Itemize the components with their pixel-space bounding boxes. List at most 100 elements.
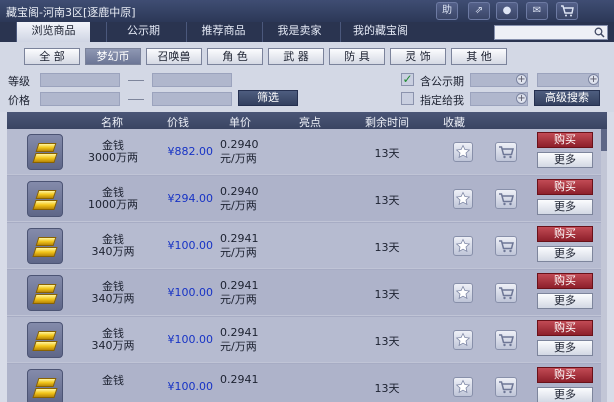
item-price: ¥294.00 [167, 192, 214, 205]
assign-to-me-checkbox[interactable] [401, 92, 414, 105]
category-weapons[interactable]: 武 器 [268, 48, 324, 65]
more-button[interactable]: 更多 [537, 199, 593, 215]
item-name: 金钱 1000万两 [88, 186, 138, 211]
level-max-input[interactable] [152, 73, 232, 87]
include-public-checkbox[interactable]: ✓ [401, 73, 414, 86]
share-icon[interactable]: ⇗ [468, 2, 490, 20]
favorite-star-icon[interactable] [453, 189, 473, 209]
table-row: 金钱 ¥100.00 0.2941 13天 购买 更多 [7, 364, 601, 402]
item-remaining-time: 13天 [374, 241, 400, 254]
title-bar: 藏宝阁-河南3区[逐鹿中原] 助 ⇗ ● ✉ [0, 0, 614, 22]
window-title: 藏宝阁-河南3区[逐鹿中原] [6, 6, 136, 19]
category-game-coins[interactable]: 梦幻币 [85, 48, 141, 65]
level-label: 等级 [8, 75, 30, 88]
table-row: 金钱 1000万两 ¥294.00 0.2940 元/万两 13天 购买 更多 [7, 176, 601, 222]
search-icon[interactable] [594, 27, 605, 38]
item-price: ¥100.00 [167, 286, 214, 299]
chat-icon[interactable]: ✉ [526, 2, 548, 20]
gold-ingot-icon [27, 322, 63, 358]
item-name: 金钱 3000万两 [88, 139, 138, 164]
table-row: 金钱 340万两 ¥100.00 0.2941 元/万两 13天 购买 更多 [7, 317, 601, 363]
add-to-cart-icon[interactable] [495, 283, 517, 303]
favorite-star-icon[interactable] [453, 330, 473, 350]
more-button[interactable]: 更多 [537, 340, 593, 356]
more-button[interactable]: 更多 [537, 152, 593, 168]
table-row: 金钱 340万两 ¥100.00 0.2941 元/万两 13天 购买 更多 [7, 270, 601, 316]
more-button[interactable]: 更多 [537, 387, 593, 402]
buy-button[interactable]: 购买 [537, 226, 593, 242]
filter-button[interactable]: 筛选 [238, 90, 298, 106]
gold-ingot-icon [27, 181, 63, 217]
tab-recommended[interactable]: 推荐商品 [186, 22, 260, 42]
favorite-star-icon[interactable] [453, 236, 473, 256]
item-unit-price: 0.2941 [220, 373, 259, 386]
gold-ingot-icon [27, 228, 63, 264]
more-button[interactable]: 更多 [537, 246, 593, 262]
advanced-search-button[interactable]: 高级搜索 [534, 90, 600, 106]
add-to-cart-icon[interactable] [495, 142, 517, 162]
category-other[interactable]: 其 他 [451, 48, 507, 65]
favorite-star-icon[interactable] [453, 377, 473, 397]
listing-table: 名称 价钱 单价 亮点 剩余时间 收藏 金钱 3000万两 ¥882.00 0.2… [7, 112, 607, 402]
category-all[interactable]: 全 部 [24, 48, 80, 65]
buy-button[interactable]: 购买 [537, 273, 593, 289]
buy-button[interactable]: 购买 [537, 367, 593, 383]
scrollbar[interactable] [601, 129, 607, 402]
filter-panel: 全 部 梦幻币 召唤兽 角 色 武 器 防 具 灵 饰 其 他 等级 价格 筛选… [0, 42, 614, 112]
table-row: 金钱 3000万两 ¥882.00 0.2940 元/万两 13天 购买 更多 [7, 129, 601, 175]
assign-to-me-label: 指定给我 [420, 94, 464, 107]
category-armor[interactable]: 防 具 [329, 48, 385, 65]
item-remaining-time: 13天 [374, 382, 400, 395]
tab-public-period[interactable]: 公示期 [106, 22, 180, 42]
gold-ingot-icon [27, 369, 63, 402]
buy-button[interactable]: 购买 [537, 320, 593, 336]
buy-button[interactable]: 购买 [537, 132, 593, 148]
buy-button[interactable]: 购买 [537, 179, 593, 195]
level-min-input[interactable] [40, 73, 120, 87]
category-characters[interactable]: 角 色 [207, 48, 263, 65]
header-unit-price: 单价 [229, 116, 251, 129]
item-name: 金钱 340万两 [91, 280, 135, 305]
item-price: ¥100.00 [167, 239, 214, 252]
cart-icon[interactable] [556, 2, 578, 20]
table-row: 金钱 340万两 ¥100.00 0.2941 元/万两 13天 购买 更多 [7, 223, 601, 269]
item-remaining-time: 13天 [374, 335, 400, 348]
header-remaining-time: 剩余时间 [365, 116, 409, 129]
range-dash [128, 80, 144, 81]
record-icon[interactable]: ● [496, 2, 518, 20]
category-accessories[interactable]: 灵 饰 [390, 48, 446, 65]
plus-icon[interactable]: + [516, 74, 527, 85]
item-name: 金钱 340万两 [91, 233, 135, 258]
favorite-star-icon[interactable] [453, 142, 473, 162]
item-unit-price: 0.2941 元/万两 [220, 326, 259, 353]
table-header: 名称 价钱 单价 亮点 剩余时间 收藏 [7, 112, 607, 129]
category-pets[interactable]: 召唤兽 [146, 48, 202, 65]
include-public-label: 含公示期 [420, 75, 464, 88]
header-highlight: 亮点 [299, 116, 321, 129]
tab-my-treasure[interactable]: 我的藏宝阁 [340, 22, 420, 42]
item-price: ¥100.00 [167, 333, 214, 346]
plus-icon[interactable]: + [516, 93, 527, 104]
price-min-input[interactable] [40, 92, 120, 106]
more-button[interactable]: 更多 [537, 293, 593, 309]
tab-browse-items[interactable]: 浏览商品 [16, 22, 90, 43]
add-to-cart-icon[interactable] [495, 236, 517, 256]
item-price: ¥100.00 [167, 380, 214, 393]
gold-ingot-icon [27, 275, 63, 311]
add-to-cart-icon[interactable] [495, 330, 517, 350]
scroll-thumb[interactable] [601, 129, 607, 151]
search-input[interactable] [494, 25, 608, 40]
add-to-cart-icon[interactable] [495, 189, 517, 209]
item-name: 金钱 340万两 [91, 327, 135, 352]
tab-seller[interactable]: 我是卖家 [262, 22, 336, 42]
header-favorite: 收藏 [443, 116, 465, 129]
item-remaining-time: 13天 [374, 288, 400, 301]
price-label: 价格 [8, 94, 30, 107]
add-to-cart-icon[interactable] [495, 377, 517, 397]
item-price: ¥882.00 [167, 145, 214, 158]
help-button[interactable]: 助 [436, 2, 458, 20]
price-max-input[interactable] [152, 92, 232, 106]
item-remaining-time: 13天 [374, 194, 400, 207]
favorite-star-icon[interactable] [453, 283, 473, 303]
plus-icon[interactable]: + [588, 74, 599, 85]
